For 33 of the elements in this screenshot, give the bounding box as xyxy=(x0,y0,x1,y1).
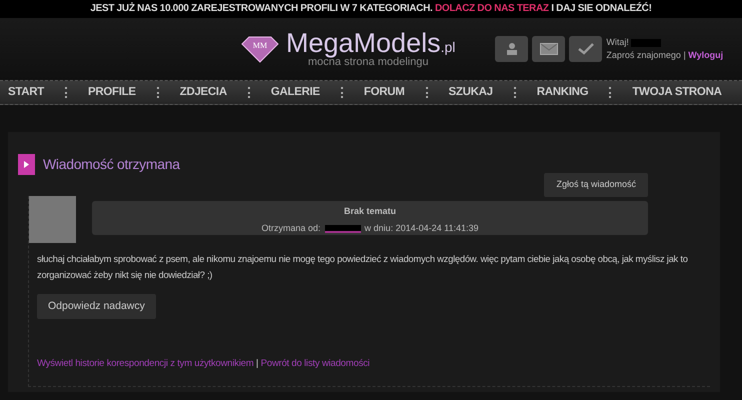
message-subject: Brak tematu xyxy=(342,204,398,218)
link-separator: | xyxy=(683,50,686,60)
greeting-text: Witaj! xyxy=(606,37,629,47)
site-logo-text[interactable]: MegaModels.pl xyxy=(286,30,456,57)
nav-link[interactable]: RANKING xyxy=(536,84,588,102)
message-date: w dniu: 2014-04-24 11:41:39 xyxy=(364,222,478,235)
diamond-logo-icon: MM xyxy=(240,35,280,63)
reply-button[interactable]: Odpowiedz nadawcy xyxy=(37,294,156,320)
mail-icon-button[interactable] xyxy=(532,36,566,62)
nav-link[interactable]: FORUM xyxy=(364,84,405,102)
profile-icon-button[interactable] xyxy=(495,36,528,62)
nav-link[interactable]: GALERIE xyxy=(270,84,320,102)
join-link[interactable]: DOLACZ DO NAS TERAZ xyxy=(434,3,549,14)
link-separator: | xyxy=(256,358,258,370)
person-icon xyxy=(506,42,518,56)
received-label: Otrzymana od: xyxy=(262,222,321,235)
nav-link[interactable]: TWOJA STRONA xyxy=(632,84,722,102)
nav-link[interactable]: SZUKAJ xyxy=(448,84,493,102)
invite-friend-link[interactable]: Zaproś znajomego xyxy=(606,50,681,60)
redacted-sender xyxy=(324,224,361,233)
report-message-button[interactable]: Zgłoś tą wiadomość xyxy=(544,173,648,196)
nav-link[interactable]: START xyxy=(8,84,44,102)
logout-link[interactable]: Wyloguj xyxy=(688,50,724,60)
promo-banner: JEST JUŻ NAS 10.000 ZAREJESTROWANYCH PROFILI W 7 KATEGORIACH. DOLACZ DO NAS TERAZ I DAJ SIE ODNALEŹĆ! xyxy=(0,0,742,18)
nav-link[interactable]: PROFILE xyxy=(88,84,136,102)
checkmark-icon-button[interactable] xyxy=(569,36,602,62)
photo-placeholder xyxy=(29,196,76,242)
nav-link[interactable]: ZDJECIA xyxy=(180,84,227,102)
message-body: słuchaj chciałabym sprobować z psem, ale nikomu znajoemu nie mogę tego powiedzieć z wiadomych względów. więc pytam ciebie jaką osobę obcą, jak myślisz jak to zorganizować żeby nikt się nie dowiedział? ;) xyxy=(36,252,689,282)
envelope-icon xyxy=(540,43,558,55)
checkmark-icon xyxy=(578,43,594,55)
page-title: Wiadomość otrzymana xyxy=(43,155,180,174)
site-tagline: mocna strona modelingu xyxy=(308,57,428,68)
